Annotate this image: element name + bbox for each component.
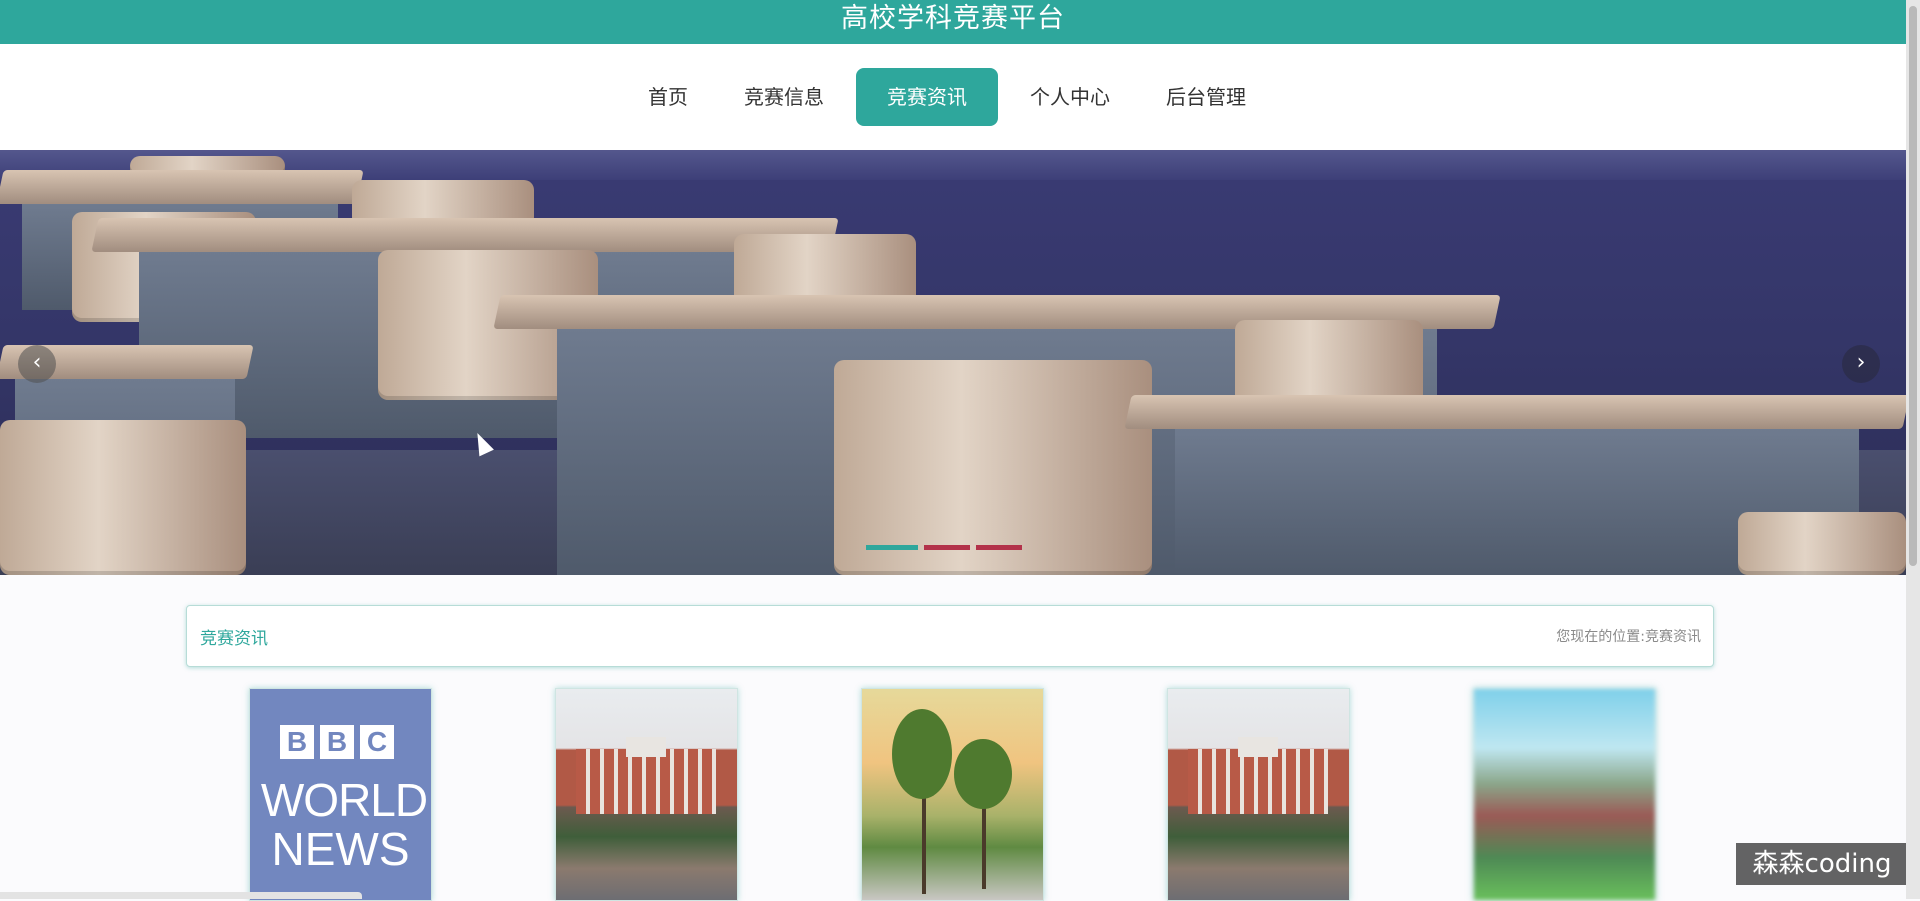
banner-chair — [834, 360, 1152, 575]
browser-status-bar — [0, 892, 362, 899]
nav-item-admin[interactable]: 后台管理 — [1138, 68, 1274, 126]
site-title: 高校学科竞赛平台 — [841, 2, 1065, 34]
bbc-text-news: NEWS — [271, 823, 410, 875]
nav-item-competition-info[interactable]: 竞赛信息 — [716, 68, 852, 126]
tree-crown — [954, 739, 1012, 809]
site-header: 高校学科竞赛平台 — [0, 0, 1906, 44]
nav-item-home[interactable]: 首页 — [620, 68, 716, 126]
carousel-indicators — [866, 545, 1022, 550]
carousel-dot[interactable] — [976, 545, 1022, 550]
bbc-logo: B B C — [280, 725, 394, 759]
building-roof — [626, 737, 666, 757]
chevron-right-icon: › — [1856, 350, 1866, 375]
carousel-dot[interactable] — [924, 545, 970, 550]
nav-item-competition-news[interactable]: 竞赛资讯 — [856, 68, 998, 126]
news-card[interactable] — [1167, 688, 1350, 901]
page-scrollbar[interactable] — [1906, 0, 1920, 899]
news-card[interactable] — [1473, 688, 1656, 901]
building-image — [576, 749, 716, 814]
watermark: 森森coding — [1736, 843, 1908, 885]
breadcrumb-label: 您现在的位置: — [1556, 629, 1645, 645]
breadcrumb: 您现在的位置:竞赛资讯 — [1556, 626, 1701, 646]
carousel-prev-button[interactable]: ‹ — [18, 345, 56, 383]
building-image — [1188, 749, 1328, 814]
news-card[interactable] — [861, 688, 1044, 901]
breadcrumb-current[interactable]: 竞赛资讯 — [1645, 629, 1701, 645]
nav-item-personal-center[interactable]: 个人中心 — [1002, 68, 1138, 126]
section-title: 竞赛资讯 — [200, 629, 268, 649]
building-roof — [1238, 737, 1278, 757]
bbc-letter: B — [320, 725, 354, 759]
main-nav: 首页 竞赛信息 竞赛资讯 个人中心 后台管理 — [0, 44, 1906, 150]
banner-carousel: ‹ › — [0, 150, 1906, 575]
news-card[interactable] — [555, 688, 738, 901]
news-grid: B B C WORLD NEWS — [249, 688, 1656, 901]
bbc-letter: B — [280, 725, 314, 759]
bbc-letter: C — [360, 725, 394, 759]
banner-chair — [0, 420, 246, 575]
scrollbar-thumb[interactable] — [1909, 6, 1917, 566]
banner-chair — [1738, 512, 1906, 575]
tree-crown — [892, 709, 952, 799]
chevron-left-icon: ‹ — [32, 350, 42, 375]
carousel-dot[interactable] — [866, 545, 918, 550]
section-header: 竞赛资讯 您现在的位置:竞赛资讯 — [186, 605, 1714, 667]
carousel-next-button[interactable]: › — [1842, 345, 1880, 383]
bbc-text-world: WORLD — [260, 774, 428, 826]
news-card[interactable]: B B C WORLD NEWS — [249, 688, 432, 901]
